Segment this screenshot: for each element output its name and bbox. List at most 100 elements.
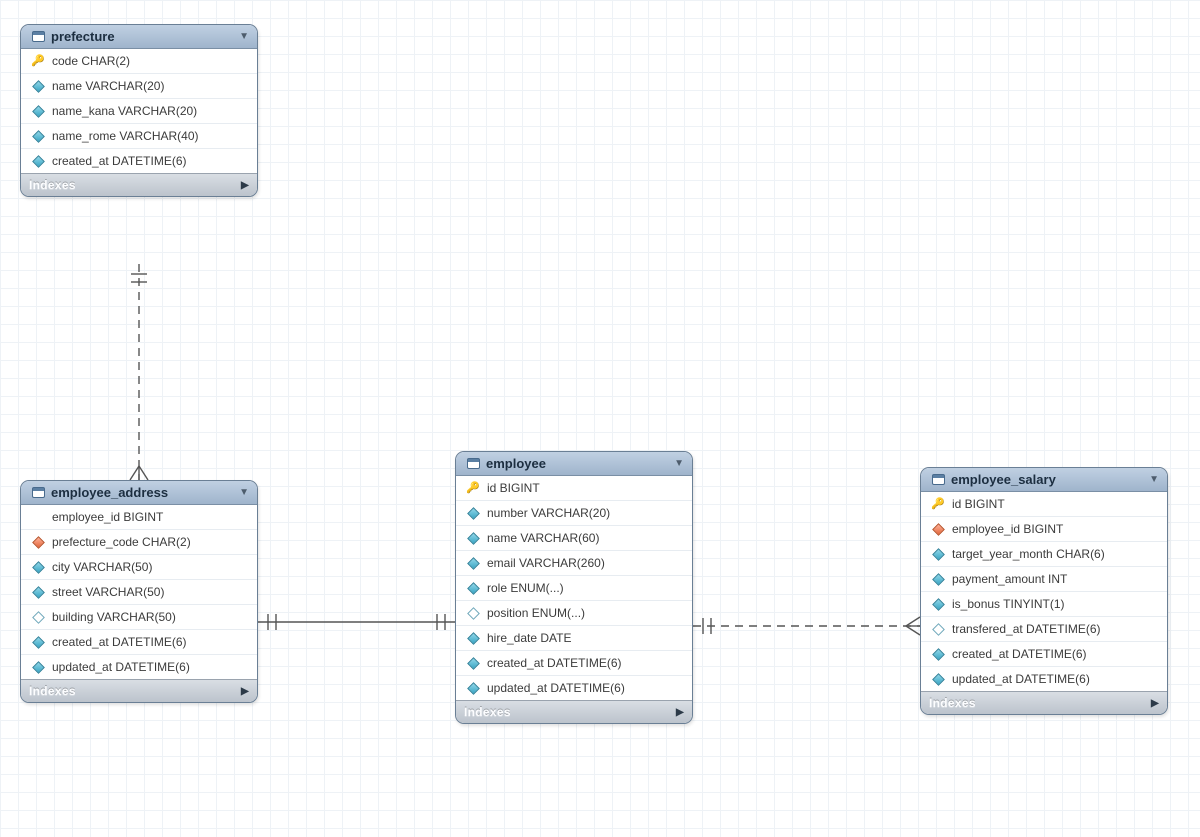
column-text: employee_id BIGINT bbox=[946, 522, 1063, 536]
nullable-column-icon bbox=[30, 613, 46, 622]
expand-icon[interactable]: ▶ bbox=[676, 707, 684, 718]
column-icon bbox=[30, 588, 46, 597]
column-text: updated_at DATETIME(6) bbox=[946, 672, 1090, 686]
entity-prefecture[interactable]: prefecture▼🔑code CHAR(2) name VARCHAR(20)… bbox=[20, 24, 258, 197]
column-row[interactable]: position ENUM(...) bbox=[456, 601, 692, 626]
column-row[interactable]: role ENUM(...) bbox=[456, 576, 692, 601]
entity-header[interactable]: employee▼ bbox=[456, 452, 692, 476]
column-row[interactable]: building VARCHAR(50) bbox=[21, 605, 257, 630]
table-icon bbox=[29, 487, 47, 498]
indexes-label: Indexes bbox=[464, 705, 676, 719]
indexes-label: Indexes bbox=[929, 696, 1151, 710]
expand-icon[interactable]: ▶ bbox=[1151, 698, 1159, 709]
column-text: created_at DATETIME(6) bbox=[481, 656, 621, 670]
column-text: name VARCHAR(20) bbox=[46, 79, 164, 93]
column-row[interactable]: payment_amount INT bbox=[921, 567, 1167, 592]
column-icon bbox=[465, 634, 481, 643]
column-icon bbox=[30, 82, 46, 91]
column-row[interactable]: created_at DATETIME(6) bbox=[456, 651, 692, 676]
column-text: updated_at DATETIME(6) bbox=[46, 660, 190, 674]
column-row[interactable]: 🔑id BIGINT bbox=[456, 476, 692, 501]
column-row[interactable]: street VARCHAR(50) bbox=[21, 580, 257, 605]
foreign-key-icon bbox=[930, 525, 946, 534]
column-icon bbox=[30, 563, 46, 572]
column-text: employee_id BIGINT bbox=[46, 510, 163, 524]
column-row[interactable]: updated_at DATETIME(6) bbox=[921, 667, 1167, 691]
column-text: name_rome VARCHAR(40) bbox=[46, 129, 199, 143]
nullable-column-icon bbox=[930, 625, 946, 634]
column-icon bbox=[30, 663, 46, 672]
indexes-footer[interactable]: Indexes▶ bbox=[21, 679, 257, 702]
entity-header[interactable]: prefecture▼ bbox=[21, 25, 257, 49]
expand-icon[interactable]: ▶ bbox=[241, 180, 249, 191]
expand-icon[interactable]: ▶ bbox=[241, 686, 249, 697]
indexes-label: Indexes bbox=[29, 178, 241, 192]
column-icon bbox=[465, 584, 481, 593]
entity-header[interactable]: employee_address▼ bbox=[21, 481, 257, 505]
column-row[interactable]: prefecture_code CHAR(2) bbox=[21, 530, 257, 555]
nullable-column-icon bbox=[465, 609, 481, 618]
column-row[interactable]: city VARCHAR(50) bbox=[21, 555, 257, 580]
column-row[interactable]: updated_at DATETIME(6) bbox=[456, 676, 692, 700]
entity-title: employee bbox=[482, 456, 674, 471]
column-icon bbox=[30, 157, 46, 166]
column-icon bbox=[465, 659, 481, 668]
column-row[interactable]: is_bonus TINYINT(1) bbox=[921, 592, 1167, 617]
column-row[interactable]: 🔑id BIGINT bbox=[921, 492, 1167, 517]
column-row[interactable]: number VARCHAR(20) bbox=[456, 501, 692, 526]
column-row[interactable]: transfered_at DATETIME(6) bbox=[921, 617, 1167, 642]
table-icon bbox=[29, 31, 47, 42]
column-icon bbox=[30, 107, 46, 116]
indexes-label: Indexes bbox=[29, 684, 241, 698]
column-text: name_kana VARCHAR(20) bbox=[46, 104, 197, 118]
collapse-icon[interactable]: ▼ bbox=[239, 31, 249, 42]
column-row[interactable]: 🔑code CHAR(2) bbox=[21, 49, 257, 74]
column-text: target_year_month CHAR(6) bbox=[946, 547, 1105, 561]
column-icon bbox=[30, 132, 46, 141]
entity-employee[interactable]: employee▼🔑id BIGINTnumber VARCHAR(20)nam… bbox=[455, 451, 693, 724]
column-icon bbox=[930, 650, 946, 659]
column-icon bbox=[930, 550, 946, 559]
column-row[interactable]: name_kana VARCHAR(20) bbox=[21, 99, 257, 124]
column-row[interactable]: created_at DATETIME(6) bbox=[921, 642, 1167, 667]
column-text: building VARCHAR(50) bbox=[46, 610, 176, 624]
column-row[interactable]: employee_id BIGINT bbox=[921, 517, 1167, 542]
column-text: transfered_at DATETIME(6) bbox=[946, 622, 1101, 636]
column-text: position ENUM(...) bbox=[481, 606, 585, 620]
column-icon bbox=[930, 575, 946, 584]
indexes-footer[interactable]: Indexes▶ bbox=[21, 173, 257, 196]
column-text: created_at DATETIME(6) bbox=[46, 154, 186, 168]
column-icon bbox=[30, 513, 46, 522]
column-row[interactable]: employee_id BIGINT bbox=[21, 505, 257, 530]
column-row[interactable]: created_at DATETIME(6) bbox=[21, 149, 257, 173]
column-text: id BIGINT bbox=[481, 481, 540, 495]
collapse-icon[interactable]: ▼ bbox=[674, 458, 684, 469]
table-icon bbox=[464, 458, 482, 469]
column-row[interactable]: created_at DATETIME(6) bbox=[21, 630, 257, 655]
entity-header[interactable]: employee_salary▼ bbox=[921, 468, 1167, 492]
indexes-footer[interactable]: Indexes▶ bbox=[456, 700, 692, 723]
column-text: updated_at DATETIME(6) bbox=[481, 681, 625, 695]
column-row[interactable]: updated_at DATETIME(6) bbox=[21, 655, 257, 679]
column-text: email VARCHAR(260) bbox=[481, 556, 605, 570]
collapse-icon[interactable]: ▼ bbox=[239, 487, 249, 498]
column-text: code CHAR(2) bbox=[46, 54, 130, 68]
column-row[interactable]: hire_date DATE bbox=[456, 626, 692, 651]
column-text: role ENUM(...) bbox=[481, 581, 564, 595]
column-text: created_at DATETIME(6) bbox=[46, 635, 186, 649]
column-row[interactable]: name VARCHAR(60) bbox=[456, 526, 692, 551]
column-row[interactable]: name_rome VARCHAR(40) bbox=[21, 124, 257, 149]
column-icon bbox=[930, 675, 946, 684]
column-text: payment_amount INT bbox=[946, 572, 1067, 586]
entity-employee_salary[interactable]: employee_salary▼🔑id BIGINTemployee_id BI… bbox=[920, 467, 1168, 715]
column-icon bbox=[30, 638, 46, 647]
collapse-icon[interactable]: ▼ bbox=[1149, 474, 1159, 485]
foreign-key-icon bbox=[30, 538, 46, 547]
column-row[interactable]: name VARCHAR(20) bbox=[21, 74, 257, 99]
indexes-footer[interactable]: Indexes▶ bbox=[921, 691, 1167, 714]
entity-employee_address[interactable]: employee_address▼ employee_id BIGINT prefe… bbox=[20, 480, 258, 703]
column-icon bbox=[465, 509, 481, 518]
column-row[interactable]: email VARCHAR(260) bbox=[456, 551, 692, 576]
entity-title: employee_salary bbox=[947, 472, 1149, 487]
column-row[interactable]: target_year_month CHAR(6) bbox=[921, 542, 1167, 567]
